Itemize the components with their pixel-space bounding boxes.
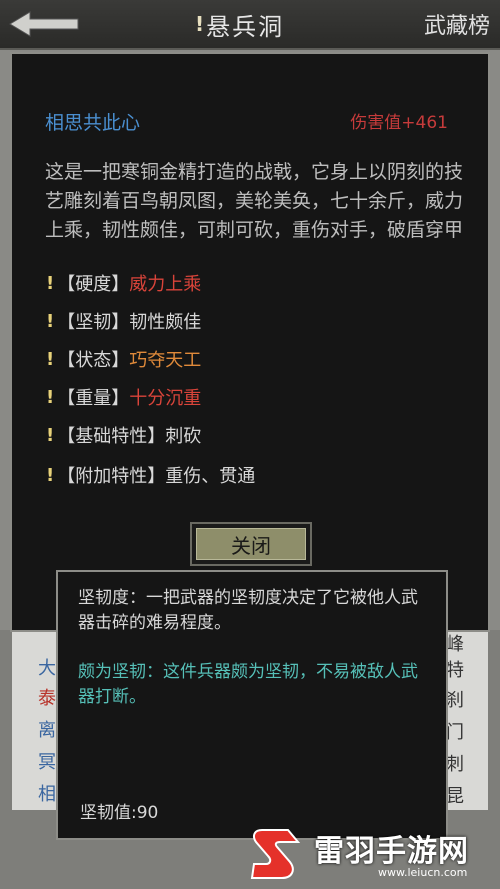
title-exclamation-icon: !: [195, 12, 205, 36]
attribute-label: 【坚韧】: [57, 312, 130, 333]
page-title: 悬兵洞: [206, 12, 285, 41]
attribute-row[interactable]: ! 【坚韧】 韧性颇佳: [46, 306, 201, 336]
toughness-tooltip: 坚韧度：一把武器的坚韧度决定了它被他人武器击碎的难易程度。 颇为坚韧：这件兵器颇…: [56, 570, 448, 840]
watermark: 雷羽手游网 www.leiucn.com: [248, 822, 500, 889]
attribute-label: 【附加特性】: [57, 466, 166, 487]
ranking-button[interactable]: 武藏榜: [424, 8, 490, 40]
attribute-label: 【基础特性】: [57, 426, 166, 447]
attribute-value: 韧性颇佳: [129, 312, 202, 333]
weapon-name: 相思共此心: [45, 112, 141, 134]
watermark-logo: [250, 829, 301, 879]
attribute-value: 十分沉重: [129, 388, 202, 409]
background-left-panel: 大 泰 离 冥 相: [12, 630, 56, 810]
weapon-description: 这是一把寒铜金精打造的战戟，它身上以阴刻的技艺雕刻着百鸟朝凤图，美轮美奂，七十余…: [45, 161, 464, 241]
close-button[interactable]: 关闭: [190, 522, 312, 566]
attribute-value: 刺砍: [165, 426, 202, 447]
bg-char: 昆: [446, 786, 464, 807]
bg-char: 刹: [446, 690, 464, 711]
attribute-label: 【重量】: [57, 388, 130, 409]
damage-value: 伤害值+461: [350, 113, 448, 133]
attribute-row[interactable]: ! 【硬度】 威力上乘: [46, 268, 201, 298]
weapon-detail-dialog: 相思共此心 伤害值+461 这是一把寒铜金精打造的战戟，它身上以阴刻的技艺雕刻着…: [10, 52, 490, 632]
background-right-panel: 峰 特 刹 门 刺 昆: [444, 630, 488, 810]
bg-char: 门: [446, 722, 464, 743]
bg-char: 峰: [446, 634, 464, 655]
bg-char: 泰: [38, 688, 56, 709]
attribute-row[interactable]: ! 【状态】 巧夺天工: [46, 344, 201, 374]
title-group: ! 悬兵洞: [195, 8, 285, 41]
attribute-row[interactable]: ! 【附加特性】 重伤、贯通: [46, 460, 255, 490]
bg-char: 特: [446, 660, 464, 681]
bg-char: 大: [38, 658, 56, 679]
bg-char: 冥: [38, 752, 56, 773]
attribute-label: 【状态】: [57, 350, 130, 371]
attribute-value: 重伤、贯通: [165, 466, 256, 487]
toughness-value: 坚韧值:90: [80, 803, 159, 823]
watermark-url: www.leiucn.com: [378, 866, 468, 879]
exclamation-icon: !: [46, 386, 55, 408]
tooltip-definition: 坚韧度：一把武器的坚韧度决定了它被他人武器击碎的难易程度。: [78, 588, 418, 633]
exclamation-icon: !: [46, 272, 55, 294]
attribute-label: 【硬度】: [57, 274, 130, 295]
attribute-row[interactable]: ! 【重量】 十分沉重: [46, 382, 201, 412]
bg-char: 离: [38, 720, 56, 741]
top-bar: ! 悬兵洞 武藏榜: [0, 0, 500, 50]
close-button-label: 关闭: [196, 528, 306, 560]
attribute-row[interactable]: ! 【基础特性】 刺砍: [46, 420, 201, 450]
back-arrow-icon[interactable]: [8, 8, 80, 40]
bg-char: 相: [38, 784, 56, 805]
exclamation-icon: !: [46, 424, 55, 446]
exclamation-icon: !: [46, 464, 55, 486]
exclamation-icon: !: [46, 310, 55, 332]
tooltip-evaluation: 颇为坚韧：这件兵器颇为坚韧，不易被敌人武器打断。: [78, 662, 418, 707]
exclamation-icon: !: [46, 348, 55, 370]
bg-char: 刺: [446, 754, 464, 775]
attribute-value: 威力上乘: [129, 274, 202, 295]
attribute-value: 巧夺天工: [129, 350, 202, 371]
watermark-name: 雷羽手游网: [314, 834, 469, 869]
